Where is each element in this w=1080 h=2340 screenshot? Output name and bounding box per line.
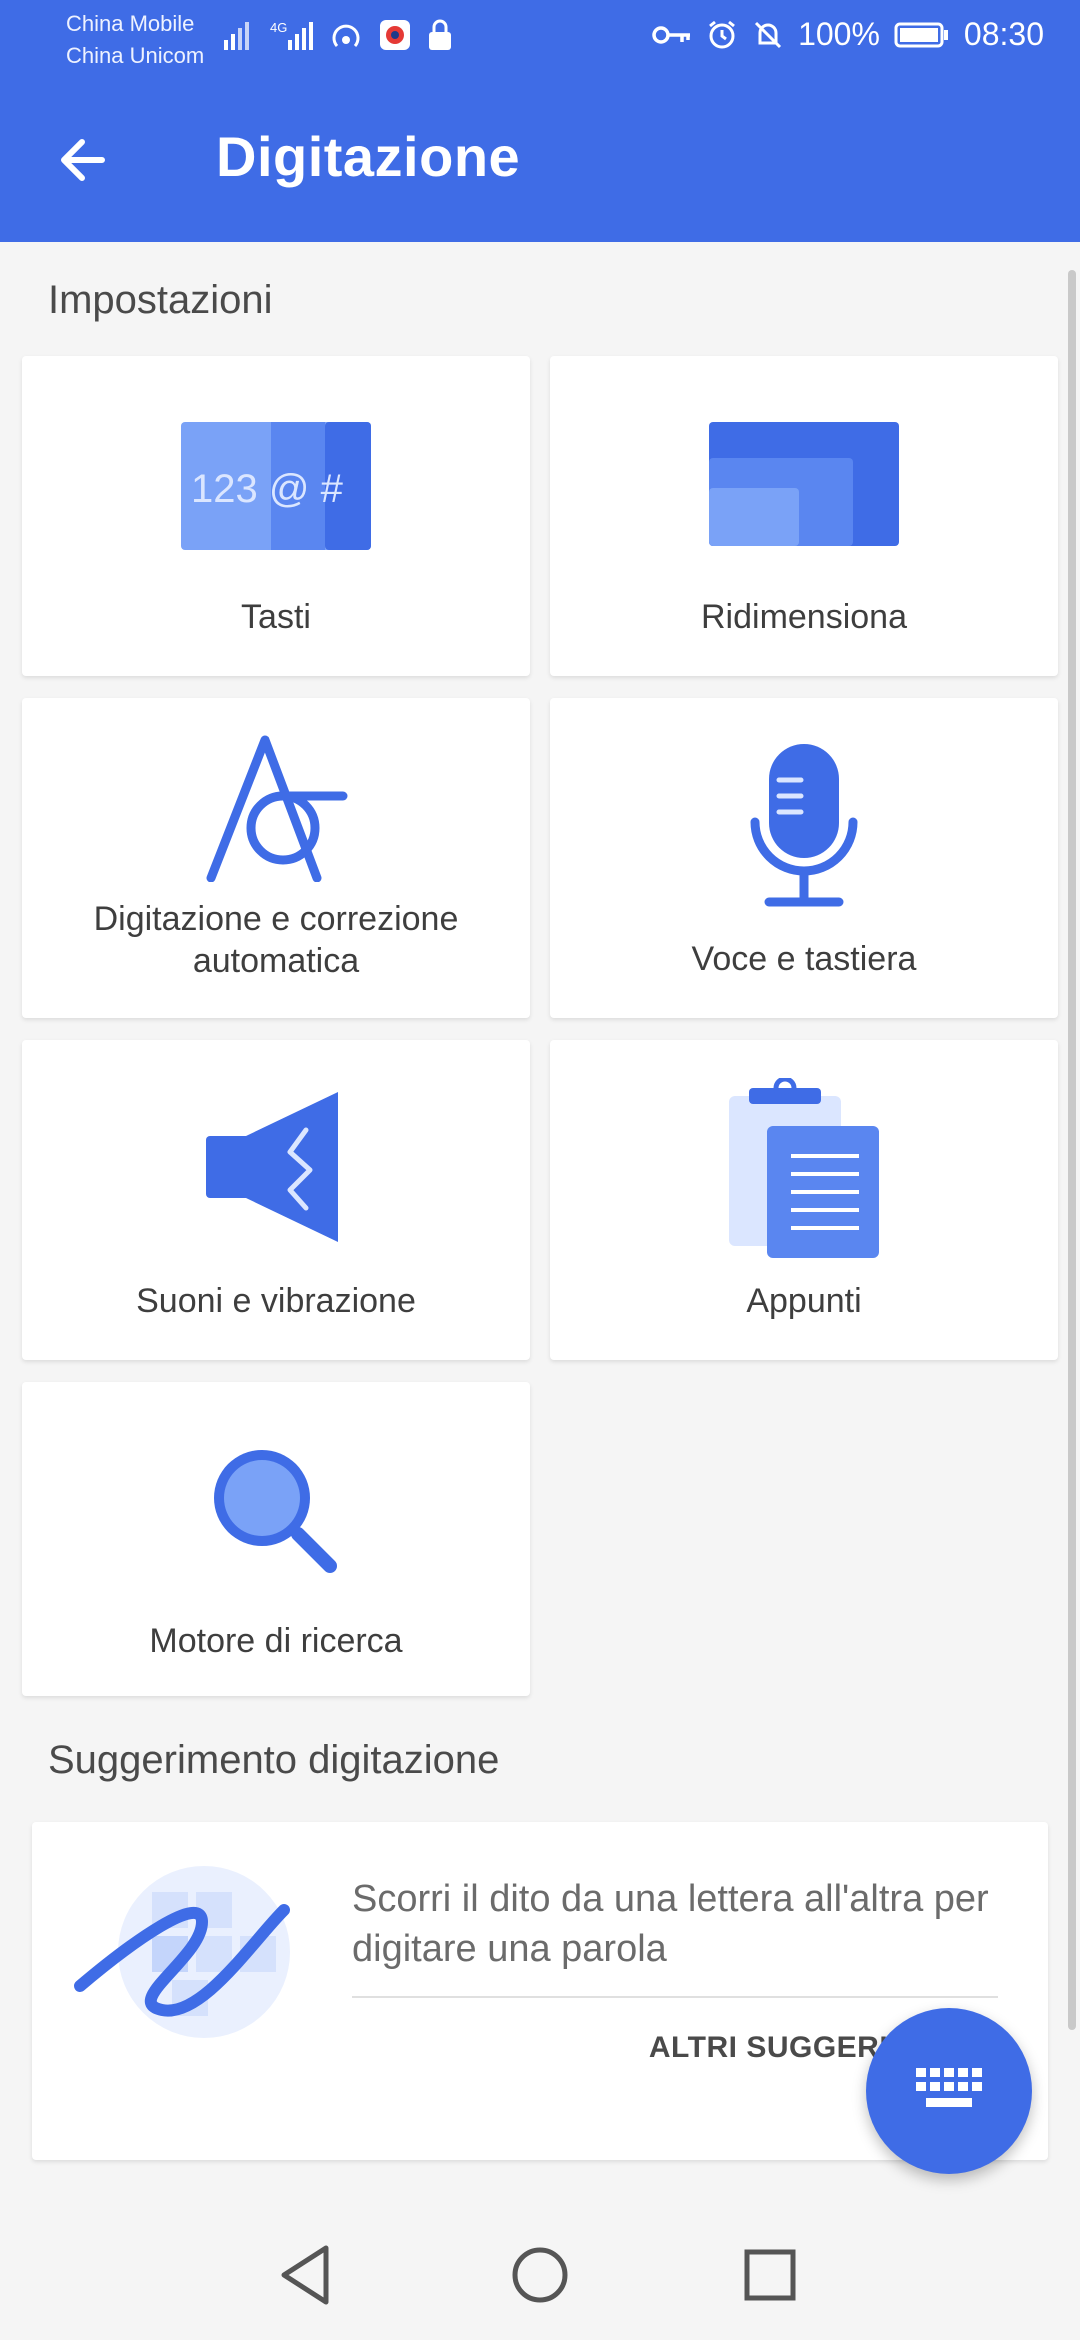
card-voce-tastiera[interactable]: Voce e tastiera xyxy=(550,698,1058,1018)
status-right: 100% 08:30 xyxy=(652,16,1044,53)
card-tasti-label: Tasti xyxy=(241,598,311,636)
card-appunti[interactable]: Appunti xyxy=(550,1040,1058,1360)
keys-icon: 123 @ # xyxy=(181,422,371,550)
text-correction-icon xyxy=(206,735,348,882)
signal-icon xyxy=(224,22,249,50)
microphone-icon xyxy=(750,744,858,907)
keyboard-icon xyxy=(916,2068,982,2107)
signal-4g-icon: 4G xyxy=(270,20,313,50)
alarm-icon xyxy=(709,20,736,48)
battery-percent: 100% xyxy=(798,16,880,52)
battery-icon xyxy=(894,22,948,47)
page-title: Digitazione xyxy=(216,125,521,188)
settings-section-title: Impostazioni xyxy=(48,278,273,322)
app-notification-icon xyxy=(380,20,410,50)
carrier-2: China Unicom xyxy=(66,43,205,68)
search-icon xyxy=(214,1450,337,1573)
tip-text: Scorri il dito da una lettera all'altra … xyxy=(352,1878,989,1970)
card-suoni-vibrazione-label: Suoni e vibrazione xyxy=(136,1282,416,1320)
svg-text:4G: 4G xyxy=(270,20,287,35)
app-bar: China Mobile China Unicom 4G 100% 08:30 … xyxy=(0,0,1080,242)
nav-home-icon[interactable] xyxy=(505,2240,575,2310)
clock: 08:30 xyxy=(963,16,1044,52)
swipe-typing-icon xyxy=(74,1866,290,2038)
card-motore-ricerca-label: Motore di ricerca xyxy=(149,1622,403,1660)
speaker-vibration-icon xyxy=(206,1092,338,1242)
card-correzione-automatica-label: Digitazione e correzione automatica xyxy=(93,900,459,980)
scrollbar[interactable] xyxy=(1068,270,1076,2030)
card-suoni-vibrazione[interactable]: Suoni e vibrazione xyxy=(22,1040,530,1360)
status-left-icons: 4G xyxy=(222,18,454,52)
card-tasti[interactable]: 123 @ # Tasti xyxy=(22,356,530,676)
svg-text:123 @ #: 123 @ # xyxy=(191,467,344,511)
tip-section-title: Suggerimento digitazione xyxy=(48,1738,500,1782)
tip-divider xyxy=(352,1996,998,1998)
arrow-back-icon[interactable] xyxy=(52,128,116,192)
lock-icon xyxy=(429,19,451,50)
carrier-info: China Mobile China Unicom xyxy=(66,8,204,72)
mute-icon xyxy=(755,21,782,48)
card-motore-ricerca[interactable]: Motore di ricerca xyxy=(22,1382,530,1696)
resize-icon xyxy=(709,422,899,546)
system-nav-bar xyxy=(0,2200,1080,2340)
keyboard-fab[interactable] xyxy=(866,2008,1032,2174)
carrier-1: China Mobile xyxy=(66,11,195,36)
clipboard-icon xyxy=(729,1078,879,1258)
status-bar: China Mobile China Unicom 4G 100% 08:30 xyxy=(0,0,1080,78)
card-voce-tastiera-label: Voce e tastiera xyxy=(691,940,917,978)
nav-back-icon[interactable] xyxy=(272,2240,342,2310)
nav-recents-icon[interactable] xyxy=(735,2240,805,2310)
hotspot-icon xyxy=(332,24,360,47)
vpn-key-icon xyxy=(652,25,691,44)
card-ridimensiona[interactable]: Ridimensiona xyxy=(550,356,1058,676)
card-correzione-automatica[interactable]: Digitazione e correzione automatica xyxy=(22,698,530,1018)
card-ridimensiona-label: Ridimensiona xyxy=(701,598,907,636)
card-appunti-label: Appunti xyxy=(746,1282,862,1320)
